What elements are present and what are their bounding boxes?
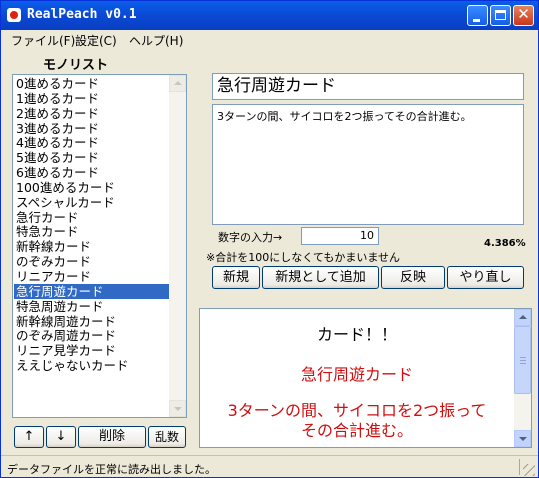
list-item[interactable]: 急行周遊カード [14,283,170,299]
move-up-button[interactable]: ↑ [14,426,44,448]
app-window: RealPeach v0.1 ✕ ファイル(F) 設定(C) ヘルプ(H) モノ… [0,0,539,478]
list-item[interactable]: 急行カード [14,210,170,225]
new-button[interactable]: 新規 [212,266,260,289]
random-button[interactable]: 乱数 [148,426,186,448]
list-item[interactable]: スペシャルカード [14,195,170,210]
status-bar: データファイルを正常に読み出しました。 [1,455,538,478]
list-item[interactable]: 特急周遊カード [14,299,170,314]
close-button[interactable]: ✕ [513,5,534,26]
preview-scroll-up-button[interactable] [514,309,531,326]
close-icon: ✕ [517,5,530,23]
menu-bar: ファイル(F) 設定(C) ヘルプ(H) [1,30,538,48]
grip-line [520,357,526,358]
card-preview: カード！！ 急行周遊カード 3ターンの間、サイコロを2つ振って その合計進む。 [199,308,532,448]
list-item[interactable]: 100進めるカード [14,180,170,195]
maximize-button[interactable] [490,5,511,26]
list-scrollbar[interactable] [169,75,186,417]
preview-desc-line1: 3ターンの間、サイコロを2つ振って [227,401,487,420]
add-as-new-button[interactable]: 新規として追加 [262,266,379,289]
menu-file[interactable]: ファイル(F) [11,32,75,49]
preview-scrollbar[interactable] [514,309,531,447]
apply-button[interactable]: 反映 [381,266,445,289]
list-title: モノリスト [43,58,109,73]
window-title: RealPeach v0.1 [27,7,137,22]
list-item[interactable]: 6進めるカード [14,165,170,180]
menu-settings[interactable]: 設定(C) [75,32,117,49]
arrow-down-icon [174,407,182,411]
number-input[interactable]: 10 [301,227,379,245]
list-item[interactable]: ええじゃないカード [14,358,170,373]
list-item[interactable]: 2進めるカード [14,106,170,121]
list-scroll-down-button[interactable] [169,400,186,417]
list-item[interactable]: 特急カード [14,224,170,240]
arrow-down-icon [519,437,527,441]
preview-card-name: 急行周遊カード [300,365,413,384]
preview-scroll-thumb[interactable] [514,326,531,394]
preview-desc-line2: その合計進む。 [300,421,413,440]
maximize-icon [495,10,506,20]
card-list: 0進めるカード 1進めるカード 2進めるカード 3進めるカード 4進めるカード 5進めるカ… [14,76,170,373]
list-scroll-up-button[interactable] [169,75,186,92]
minimize-icon [473,19,480,22]
total-note: ※合計を100にしなくてもかまいません [206,251,401,264]
card-title-input[interactable]: 急行周遊カード [212,73,524,100]
title-bar[interactable]: RealPeach v0.1 ✕ [1,1,538,30]
preview-header: カード！！ [316,325,397,344]
status-text: データファイルを正常に読み出しました。 [7,463,216,476]
status-divider [519,459,520,475]
list-item[interactable]: 新幹線周遊カード [14,314,170,329]
list-item[interactable]: 5進めるカード [14,150,170,165]
arrow-up-icon [174,81,182,85]
grip-line [520,363,526,364]
preview-scroll-down-button[interactable] [514,430,531,447]
list-item[interactable]: のぞみ周遊カード [14,328,170,343]
grip-line [520,360,526,361]
list-item[interactable]: 4進めるカード [14,135,170,150]
redo-button[interactable]: やり直し [447,266,524,289]
delete-button[interactable]: 削除 [78,426,146,448]
card-description-textarea[interactable]: 3ターンの間、サイコロを2つ振ってその合計進む。 [212,104,524,225]
card-listbox[interactable]: 0進めるカード 1進めるカード 2進めるカード 3進めるカード 4進めるカード 5進めるカ… [12,74,187,418]
menu-help[interactable]: ヘルプ(H) [129,32,183,49]
arrow-up-icon [519,315,527,319]
list-item[interactable]: のぞみカード [14,254,170,269]
move-down-button[interactable]: ↓ [46,426,76,448]
minimize-button[interactable] [467,5,488,26]
list-item[interactable]: 新幹線カード [14,239,170,254]
probability-percent: 4.386% [484,238,526,249]
list-item[interactable]: リニア見学カード [14,343,170,358]
preview-card-description: 3ターンの間、サイコロを2つ振って その合計進む。 [200,401,514,441]
list-item[interactable]: 3進めるカード [14,121,170,136]
list-item[interactable]: 0進めるカード [14,76,170,91]
list-item[interactable]: リニアカード [14,269,170,284]
list-item[interactable]: 1進めるカード [14,91,170,106]
number-label: 数字の入力→ [218,231,283,244]
app-icon[interactable] [7,8,21,22]
resize-grip-icon[interactable] [523,464,535,476]
